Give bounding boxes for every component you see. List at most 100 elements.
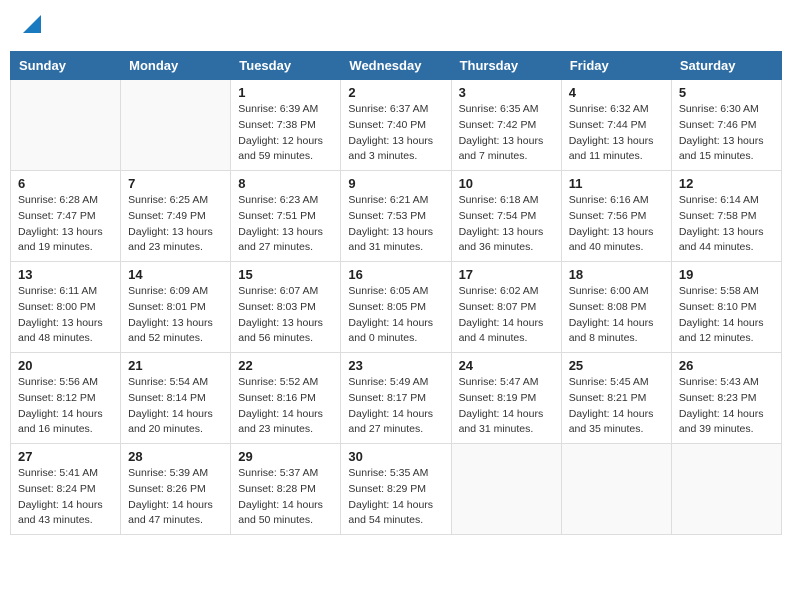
day-info: Sunrise: 6:28 AMSunset: 7:47 PMDaylight:… — [18, 193, 113, 256]
day-number: 9 — [348, 176, 443, 191]
day-number: 10 — [459, 176, 554, 191]
calendar-week-row: 6Sunrise: 6:28 AMSunset: 7:47 PMDaylight… — [11, 171, 782, 262]
day-number: 16 — [348, 267, 443, 282]
calendar-cell: 12 Sunrise: 6:14 AMSunset: 7:58 PMDayligh… — [671, 171, 781, 262]
day-info: Sunrise: 6:25 AMSunset: 7:49 PMDaylight:… — [128, 193, 223, 256]
day-number: 3 — [459, 85, 554, 100]
day-number: 18 — [569, 267, 664, 282]
calendar: SundayMondayTuesdayWednesdayThursdayFrid… — [10, 51, 782, 535]
day-number: 20 — [18, 358, 113, 373]
calendar-cell: 30 Sunrise: 5:35 AMSunset: 8:29 PMDayligh… — [341, 444, 451, 535]
day-number: 2 — [348, 85, 443, 100]
calendar-cell: 4 Sunrise: 6:32 AMSunset: 7:44 PMDaylight… — [561, 80, 671, 171]
day-number: 26 — [679, 358, 774, 373]
calendar-cell: 2Sunrise: 6:37 AMSunset: 7:40 PMDaylight… — [341, 80, 451, 171]
calendar-cell: 7 Sunrise: 6:25 AMSunset: 7:49 PMDaylight… — [121, 171, 231, 262]
day-info: Sunrise: 5:58 AMSunset: 8:10 PMDaylight:… — [679, 284, 774, 347]
day-number: 29 — [238, 449, 333, 464]
calendar-cell: 11 Sunrise: 6:16 AMSunset: 7:56 PMDayligh… — [561, 171, 671, 262]
day-number: 8 — [238, 176, 333, 191]
day-number: 14 — [128, 267, 223, 282]
calendar-cell: 9Sunrise: 6:21 AMSunset: 7:53 PMDaylight… — [341, 171, 451, 262]
calendar-cell — [671, 444, 781, 535]
day-info: Sunrise: 6:14 AMSunset: 7:58 PMDaylight:… — [679, 193, 774, 256]
calendar-cell: 6Sunrise: 6:28 AMSunset: 7:47 PMDaylight… — [11, 171, 121, 262]
day-info: Sunrise: 5:49 AMSunset: 8:17 PMDaylight:… — [348, 375, 443, 438]
day-number: 4 — [569, 85, 664, 100]
day-info: Sunrise: 6:39 AMSunset: 7:38 PMDaylight:… — [238, 102, 333, 165]
day-info: Sunrise: 6:05 AMSunset: 8:05 PMDaylight:… — [348, 284, 443, 347]
day-number: 27 — [18, 449, 113, 464]
day-info: Sunrise: 5:39 AMSunset: 8:26 PMDaylight:… — [128, 466, 223, 529]
day-number: 17 — [459, 267, 554, 282]
calendar-cell: 22 Sunrise: 5:52 AMSunset: 8:16 PMDayligh… — [231, 353, 341, 444]
day-number: 1 — [238, 85, 333, 100]
day-info: Sunrise: 5:47 AMSunset: 8:19 PMDaylight:… — [459, 375, 554, 438]
calendar-cell: 18Sunrise: 6:00 AMSunset: 8:08 PMDayligh… — [561, 262, 671, 353]
weekday-header: Thursday — [451, 52, 561, 80]
day-info: Sunrise: 5:45 AMSunset: 8:21 PMDaylight:… — [569, 375, 664, 438]
calendar-cell: 23 Sunrise: 5:49 AMSunset: 8:17 PMDayligh… — [341, 353, 451, 444]
day-number: 7 — [128, 176, 223, 191]
calendar-cell: 29 Sunrise: 5:37 AMSunset: 8:28 PMDayligh… — [231, 444, 341, 535]
day-number: 12 — [679, 176, 774, 191]
day-number: 22 — [238, 358, 333, 373]
day-info: Sunrise: 5:43 AMSunset: 8:23 PMDaylight:… — [679, 375, 774, 438]
day-info: Sunrise: 6:35 AMSunset: 7:42 PMDaylight:… — [459, 102, 554, 165]
day-info: Sunrise: 6:07 AMSunset: 8:03 PMDaylight:… — [238, 284, 333, 347]
logo-triangle-icon — [23, 15, 41, 33]
calendar-cell: 27 Sunrise: 5:41 AMSunset: 8:24 PMDayligh… — [11, 444, 121, 535]
calendar-cell — [11, 80, 121, 171]
weekday-header: Sunday — [11, 52, 121, 80]
day-info: Sunrise: 6:11 AMSunset: 8:00 PMDaylight:… — [18, 284, 113, 347]
calendar-week-row: 13 Sunrise: 6:11 AMSunset: 8:00 PMDayligh… — [11, 262, 782, 353]
calendar-cell: 14 Sunrise: 6:09 AMSunset: 8:01 PMDayligh… — [121, 262, 231, 353]
day-info: Sunrise: 5:35 AMSunset: 8:29 PMDaylight:… — [348, 466, 443, 529]
day-number: 15 — [238, 267, 333, 282]
calendar-cell — [561, 444, 671, 535]
calendar-header-row: SundayMondayTuesdayWednesdayThursdayFrid… — [11, 52, 782, 80]
day-number: 21 — [128, 358, 223, 373]
day-number: 19 — [679, 267, 774, 282]
calendar-cell: 16 Sunrise: 6:05 AMSunset: 8:05 PMDayligh… — [341, 262, 451, 353]
calendar-cell: 1 Sunrise: 6:39 AMSunset: 7:38 PMDaylight… — [231, 80, 341, 171]
weekday-header: Saturday — [671, 52, 781, 80]
header — [10, 10, 782, 43]
logo — [20, 15, 41, 38]
calendar-cell: 5 Sunrise: 6:30 AMSunset: 7:46 PMDaylight… — [671, 80, 781, 171]
day-number: 25 — [569, 358, 664, 373]
calendar-cell — [451, 444, 561, 535]
weekday-header: Monday — [121, 52, 231, 80]
day-info: Sunrise: 6:16 AMSunset: 7:56 PMDaylight:… — [569, 193, 664, 256]
calendar-cell: 17 Sunrise: 6:02 AMSunset: 8:07 PMDayligh… — [451, 262, 561, 353]
calendar-cell: 20 Sunrise: 5:56 AMSunset: 8:12 PMDayligh… — [11, 353, 121, 444]
day-info: Sunrise: 6:30 AMSunset: 7:46 PMDaylight:… — [679, 102, 774, 165]
calendar-cell: 13 Sunrise: 6:11 AMSunset: 8:00 PMDayligh… — [11, 262, 121, 353]
calendar-cell: 25 Sunrise: 5:45 AMSunset: 8:21 PMDayligh… — [561, 353, 671, 444]
calendar-week-row: 27 Sunrise: 5:41 AMSunset: 8:24 PMDayligh… — [11, 444, 782, 535]
day-info: Sunrise: 6:23 AMSunset: 7:51 PMDaylight:… — [238, 193, 333, 256]
day-info: Sunrise: 5:52 AMSunset: 8:16 PMDaylight:… — [238, 375, 333, 438]
calendar-week-row: 1 Sunrise: 6:39 AMSunset: 7:38 PMDaylight… — [11, 80, 782, 171]
weekday-header: Friday — [561, 52, 671, 80]
day-number: 13 — [18, 267, 113, 282]
weekday-header: Wednesday — [341, 52, 451, 80]
day-number: 28 — [128, 449, 223, 464]
day-number: 5 — [679, 85, 774, 100]
day-info: Sunrise: 6:32 AMSunset: 7:44 PMDaylight:… — [569, 102, 664, 165]
calendar-cell: 28 Sunrise: 5:39 AMSunset: 8:26 PMDayligh… — [121, 444, 231, 535]
calendar-cell — [121, 80, 231, 171]
weekday-header: Tuesday — [231, 52, 341, 80]
day-info: Sunrise: 6:09 AMSunset: 8:01 PMDaylight:… — [128, 284, 223, 347]
day-info: Sunrise: 6:02 AMSunset: 8:07 PMDaylight:… — [459, 284, 554, 347]
day-info: Sunrise: 5:56 AMSunset: 8:12 PMDaylight:… — [18, 375, 113, 438]
day-info: Sunrise: 5:37 AMSunset: 8:28 PMDaylight:… — [238, 466, 333, 529]
calendar-cell: 21Sunrise: 5:54 AMSunset: 8:14 PMDayligh… — [121, 353, 231, 444]
calendar-cell: 8 Sunrise: 6:23 AMSunset: 7:51 PMDaylight… — [231, 171, 341, 262]
day-number: 30 — [348, 449, 443, 464]
day-number: 11 — [569, 176, 664, 191]
day-info: Sunrise: 6:18 AMSunset: 7:54 PMDaylight:… — [459, 193, 554, 256]
day-number: 23 — [348, 358, 443, 373]
calendar-cell: 26 Sunrise: 5:43 AMSunset: 8:23 PMDayligh… — [671, 353, 781, 444]
day-info: Sunrise: 5:41 AMSunset: 8:24 PMDaylight:… — [18, 466, 113, 529]
